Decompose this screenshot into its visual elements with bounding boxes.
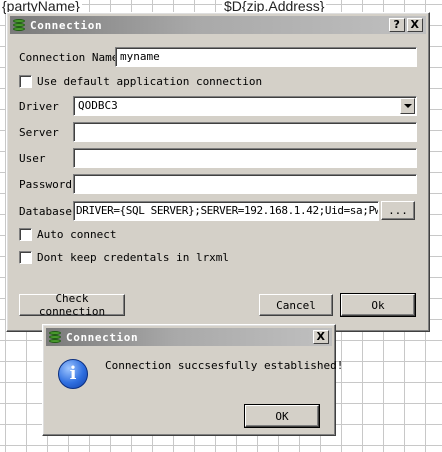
close-button[interactable]: X	[407, 18, 423, 32]
database-icon	[48, 330, 62, 344]
user-label: User	[19, 152, 46, 165]
driver-selected-value: QODBC3	[78, 99, 118, 112]
auto-connect-checkbox[interactable]	[19, 228, 32, 241]
dont-keep-credentials-checkbox[interactable]	[19, 251, 32, 264]
driver-select[interactable]: QODBC3	[73, 96, 417, 116]
auto-connect-label: Auto connect	[37, 228, 117, 241]
use-default-connection-label: Use default application connection	[37, 75, 263, 88]
user-input[interactable]	[73, 148, 417, 168]
database-input[interactable]: DRIVER={SQL SERVER};SERVER=192.168.1.42;…	[73, 201, 379, 221]
connection-name-label: Connection Name	[19, 51, 119, 64]
message-box-title: Connection	[66, 330, 139, 344]
connection-dialog: Connection ? X Connection Name myname Us…	[6, 12, 430, 332]
ok-button[interactable]: Ok	[340, 293, 416, 317]
help-button[interactable]: ?	[389, 18, 405, 32]
chevron-down-icon[interactable]	[400, 98, 415, 114]
cancel-button[interactable]: Cancel	[259, 294, 333, 316]
message-box-titlebar[interactable]: Connection X	[46, 328, 332, 346]
connection-name-input[interactable]: myname	[115, 47, 417, 67]
connection-dialog-titlebar[interactable]: Connection ? X	[10, 16, 426, 34]
use-default-connection-checkbox[interactable]	[19, 75, 32, 88]
server-input[interactable]	[73, 122, 417, 142]
message-text: Connection succsesfully established!	[105, 359, 344, 372]
dont-keep-credentials-label: Dont keep credentals in lrxml	[37, 251, 230, 264]
server-label: Server	[19, 126, 59, 139]
password-label: Password	[19, 178, 72, 191]
check-connection-button[interactable]: Check connection	[19, 292, 125, 318]
database-icon	[12, 18, 26, 32]
driver-label: Driver	[19, 100, 59, 113]
connection-message-box: Connection X i Connection succsesfully e…	[42, 324, 343, 436]
dialog-title: Connection	[30, 18, 103, 32]
database-label: Database	[19, 205, 72, 218]
password-input[interactable]	[73, 174, 417, 194]
browse-database-button[interactable]: ...	[381, 201, 415, 220]
info-icon: i	[58, 359, 88, 389]
message-box-close-button[interactable]: X	[313, 330, 329, 344]
message-ok-button[interactable]: OK	[244, 404, 320, 428]
